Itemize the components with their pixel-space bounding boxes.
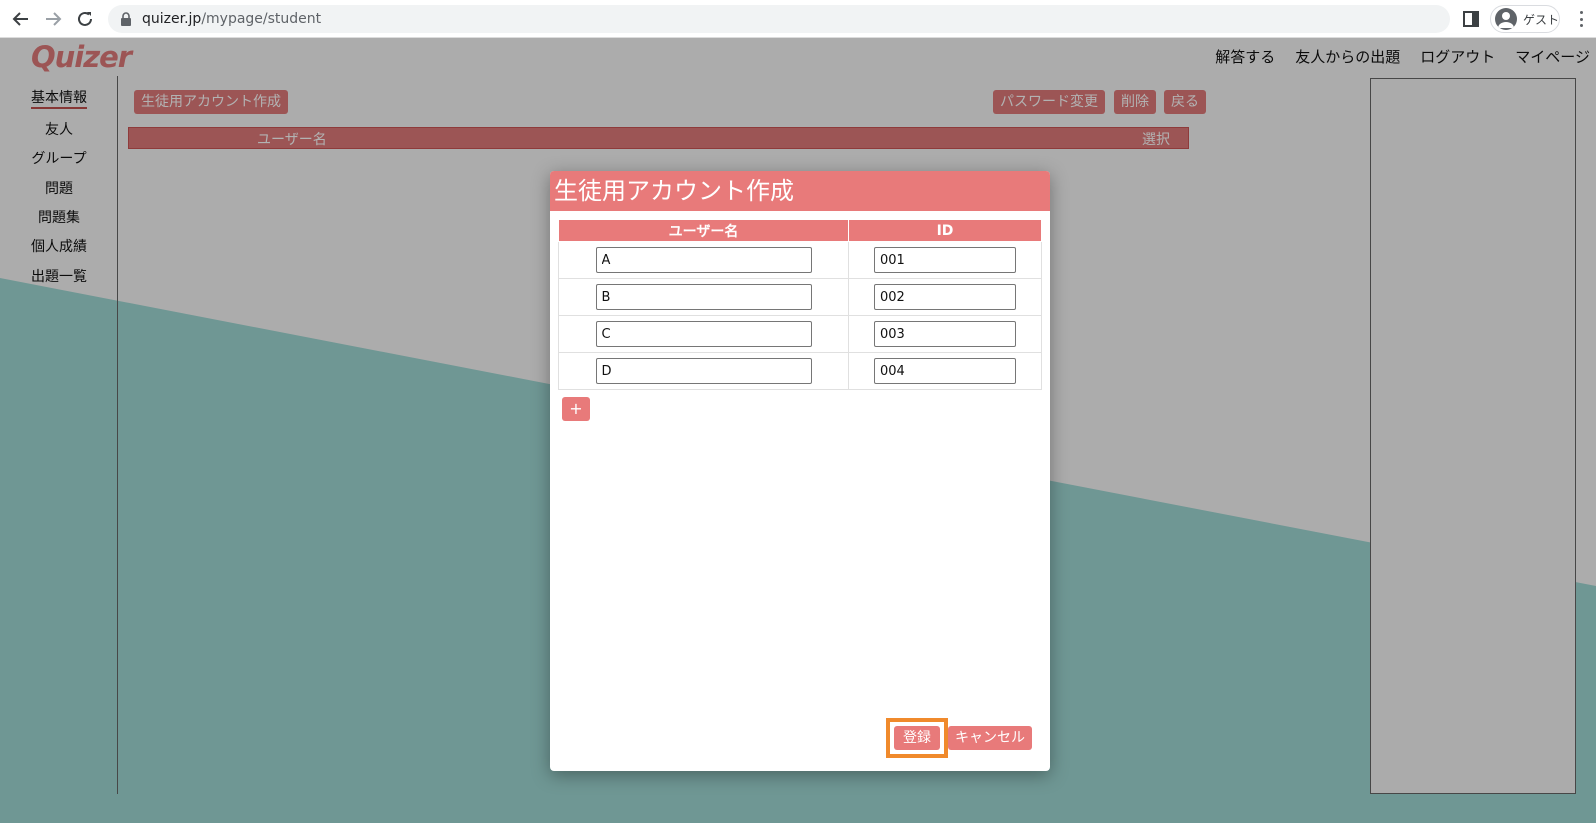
username-input[interactable] — [595, 321, 812, 347]
register-button[interactable]: 登録 — [894, 726, 940, 750]
browser-toolbar: quizer.jp/mypage/student ゲスト — [0, 0, 1596, 38]
create-account-modal: 生徒用アカウント作成 ユーザー名 ID A 001 B 002 C 003 D … — [550, 171, 1050, 771]
table-row — [558, 241, 1042, 279]
url-path: /mypage/student — [201, 11, 322, 27]
browser-menu-icon[interactable] — [1572, 9, 1590, 29]
back-arrow-icon[interactable] — [9, 7, 33, 31]
side-panel-icon[interactable] — [1462, 10, 1480, 28]
lock-icon — [121, 12, 131, 26]
id-input[interactable] — [874, 321, 1016, 347]
col-username: ユーザー名 — [558, 219, 849, 242]
url-host: quizer.jp — [142, 11, 202, 27]
profile-button[interactable]: ゲスト — [1490, 5, 1560, 33]
cancel-button[interactable]: キャンセル — [948, 726, 1032, 750]
forward-arrow-icon[interactable] — [41, 7, 65, 31]
id-input[interactable] — [874, 284, 1016, 310]
modal-title: 生徒用アカウント作成 — [550, 171, 1050, 211]
username-input[interactable] — [595, 284, 812, 310]
table-row — [558, 278, 1042, 316]
id-input[interactable] — [874, 358, 1016, 384]
add-row-button[interactable]: + — [562, 397, 590, 421]
id-input[interactable] — [874, 247, 1016, 273]
profile-label: ゲスト — [1523, 12, 1560, 27]
table-row — [558, 315, 1042, 353]
page: Quizer 解答する 友人からの出題 ログアウト マイページ 基本情報 友人 … — [0, 38, 1596, 823]
username-input[interactable] — [595, 247, 812, 273]
col-id: ID — [848, 219, 1042, 242]
avatar-icon — [1495, 8, 1517, 30]
address-bar[interactable]: quizer.jp/mypage/student — [108, 5, 1450, 33]
register-highlight: 登録 — [886, 718, 948, 758]
table-row — [558, 352, 1042, 390]
reload-icon[interactable] — [73, 7, 97, 31]
account-table: ユーザー名 ID — [558, 219, 1042, 390]
username-input[interactable] — [595, 358, 812, 384]
